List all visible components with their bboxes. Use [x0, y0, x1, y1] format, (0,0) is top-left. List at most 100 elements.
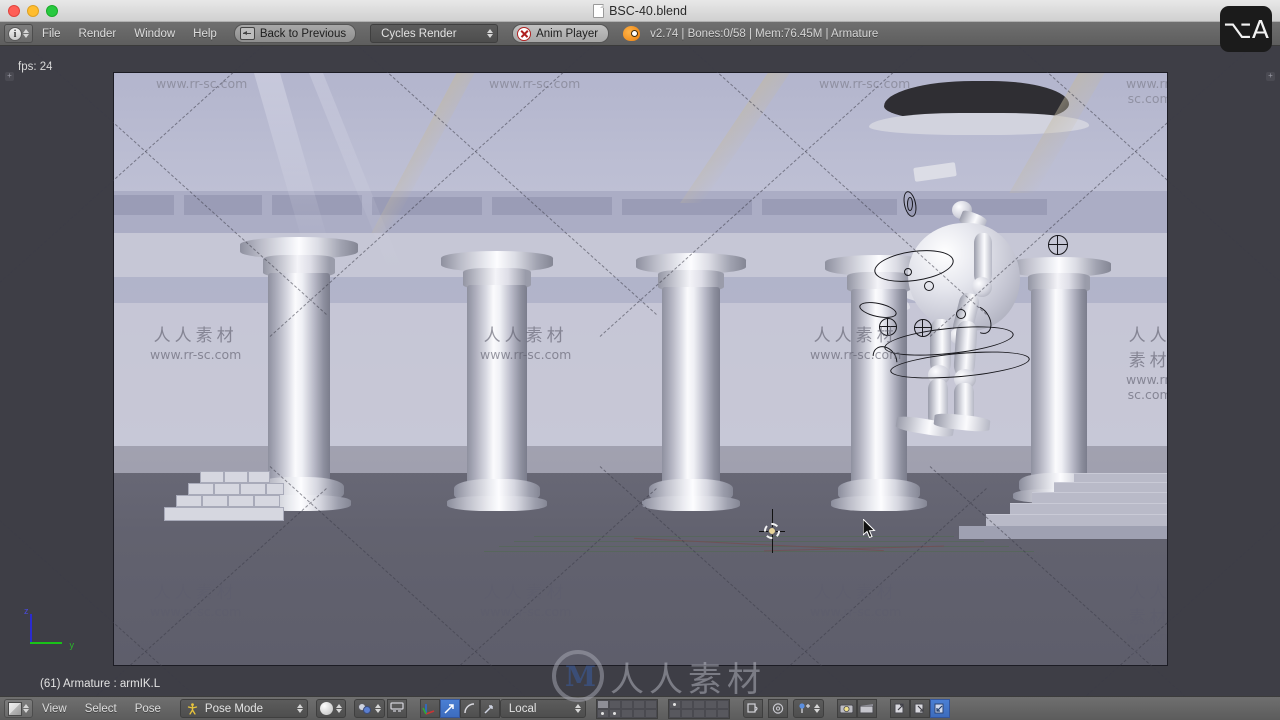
render-image-button[interactable]	[836, 699, 857, 718]
wall-block	[114, 195, 174, 215]
panel-expand-left-icon[interactable]: +	[5, 72, 14, 81]
menu-view[interactable]: View	[33, 697, 76, 720]
interaction-mode-dropdown[interactable]: Pose Mode	[179, 699, 308, 718]
chevron-updown-icon	[374, 704, 381, 713]
snap-during-transform-toggle[interactable]	[386, 699, 407, 718]
menu-select[interactable]: Select	[76, 697, 126, 720]
layer-cell[interactable]	[668, 699, 681, 709]
pivot-point-dropdown[interactable]	[353, 699, 385, 718]
bone-widget-cross	[887, 318, 889, 336]
layer-cell[interactable]	[632, 699, 645, 709]
layer-cell[interactable]	[716, 708, 729, 718]
pose-paste-flipped-button[interactable]	[929, 699, 950, 718]
chevron-updown-icon	[23, 704, 29, 713]
layer-cell[interactable]	[644, 708, 657, 718]
back-to-previous-button[interactable]: Back to Previous	[233, 24, 357, 43]
3d-viewport[interactable]: fps: 24 + + www.rr-sc.com www.rr-sc.com …	[0, 46, 1280, 696]
layer-cell[interactable]	[680, 708, 693, 718]
bone-widget-dot[interactable]	[924, 281, 934, 291]
menu-render[interactable]: Render	[70, 22, 126, 46]
blender-logo-icon	[623, 26, 641, 41]
minimize-window-button[interactable]	[27, 5, 39, 17]
bone-widget-cross	[1057, 235, 1059, 255]
status-info-text: v2.74 | Bones:0/58 | Mem:76.45M | Armatu…	[650, 27, 879, 40]
3d-view-header: View Select Pose Pose Mode Local	[0, 696, 1280, 720]
layer-cell[interactable]	[704, 699, 717, 709]
layer-cell[interactable]	[704, 708, 717, 718]
wall-block	[492, 197, 612, 215]
panel-expand-right-icon[interactable]: +	[1266, 72, 1275, 81]
bone-options-dropdown[interactable]	[792, 699, 824, 718]
camera-icon	[839, 704, 854, 714]
document-icon	[593, 3, 605, 18]
stop-icon	[517, 26, 532, 41]
rotate-arc-icon	[464, 703, 475, 714]
layer-cell[interactable]	[632, 708, 645, 718]
transform-orientation-dropdown[interactable]: Local	[499, 699, 586, 718]
chevron-updown-icon	[813, 704, 820, 713]
layer-cell[interactable]	[620, 708, 633, 718]
menu-help[interactable]: Help	[184, 22, 226, 46]
solid-shading-icon	[319, 702, 333, 715]
clapperboard-icon	[859, 704, 874, 714]
chevron-updown-icon	[296, 704, 303, 713]
window-controls[interactable]	[8, 0, 58, 22]
viewport-shading-dropdown[interactable]	[315, 699, 346, 718]
stair-step	[986, 514, 1167, 526]
proportional-edit-button[interactable]	[767, 699, 788, 718]
editor-type-selector-bottom[interactable]	[4, 699, 33, 718]
layer-cell[interactable]	[668, 708, 681, 718]
lock-icon	[747, 703, 758, 713]
close-window-button[interactable]	[8, 5, 20, 17]
bone-widget-circle[interactable]	[907, 197, 913, 211]
interaction-mode-label: Pose Mode	[204, 702, 264, 715]
translate-arrow-icon	[444, 704, 455, 714]
back-arrow-icon	[239, 27, 255, 40]
render-preview-region: www.rr-sc.com www.rr-sc.com www.rr-sc.co…	[113, 72, 1168, 666]
layer-cell[interactable]	[596, 708, 609, 718]
layer-cell[interactable]	[620, 699, 633, 709]
viewport-axis-gizmo: z y	[22, 606, 74, 652]
menu-pose[interactable]: Pose	[126, 697, 170, 720]
anim-player-button[interactable]: Anim Player	[512, 24, 610, 43]
back-to-previous-label: Back to Previous	[259, 27, 347, 40]
scale-manipulator-button[interactable]	[479, 699, 500, 718]
layer-cell[interactable]	[644, 699, 657, 709]
layer-cell[interactable]	[596, 699, 609, 709]
wall-block	[762, 199, 897, 215]
bone-widget-dot[interactable]	[956, 309, 966, 319]
layer-cell[interactable]	[692, 699, 705, 709]
pivot-median-icon	[357, 702, 372, 715]
rotate-manipulator-button[interactable]	[459, 699, 480, 718]
render-engine-dropdown[interactable]: Cycles Render	[370, 24, 499, 43]
magnet-icon	[390, 702, 404, 712]
chevron-updown-icon	[23, 29, 29, 38]
scene-layers-group-2[interactable]	[667, 698, 730, 719]
lock-to-scene-button[interactable]	[742, 699, 763, 718]
manipulator-toggle[interactable]	[419, 699, 440, 718]
window-title-text: BSC-40.blend	[609, 3, 687, 18]
pose-copy-button[interactable]	[889, 699, 910, 718]
bone-add-icon	[799, 703, 810, 713]
zoom-window-button[interactable]	[46, 5, 58, 17]
menu-file[interactable]: File	[33, 22, 70, 46]
translate-manipulator-button[interactable]	[439, 699, 460, 718]
render-animation-button[interactable]	[856, 699, 877, 718]
scene-layers-group-1[interactable]	[595, 698, 658, 719]
layer-cell[interactable]	[716, 699, 729, 709]
3d-view-editor-icon	[8, 701, 22, 716]
pose-mode-icon	[187, 703, 198, 715]
pose-paste-button[interactable]	[909, 699, 930, 718]
layer-cell[interactable]	[608, 708, 621, 718]
layer-cell[interactable]	[692, 708, 705, 718]
render-engine-label: Cycles Render	[381, 27, 457, 40]
layer-cell[interactable]	[680, 699, 693, 709]
stair-step	[1032, 492, 1167, 503]
editor-type-selector[interactable]: i	[4, 24, 33, 43]
menu-window[interactable]: Window	[125, 22, 184, 46]
layer-cell[interactable]	[608, 699, 621, 709]
axis-z-line	[30, 614, 32, 644]
anim-player-label: Anim Player	[536, 27, 599, 40]
chevron-updown-icon	[335, 704, 342, 713]
paste-pose-icon	[914, 703, 924, 714]
